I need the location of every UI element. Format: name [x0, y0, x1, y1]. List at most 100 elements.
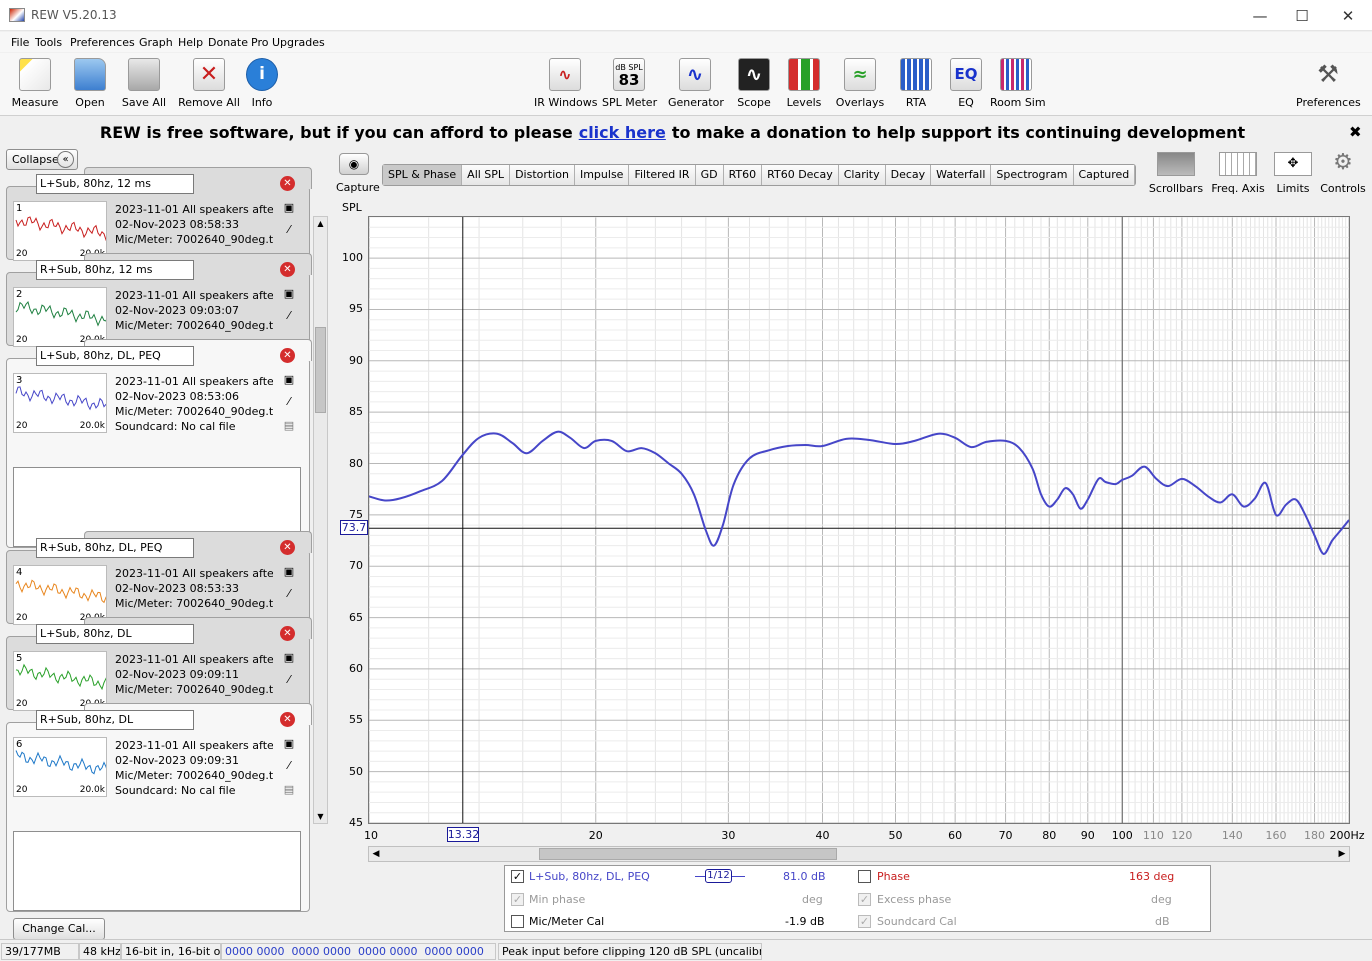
graph-tab[interactable]: RT60 Decay — [762, 165, 839, 185]
banner-close-icon[interactable]: ✖ — [1349, 123, 1362, 141]
menu-file[interactable]: File — [11, 36, 29, 49]
menu-tools[interactable]: Tools — [35, 36, 62, 49]
menu-help[interactable]: Help — [178, 36, 203, 49]
measurement-thumbnail[interactable]: 3 20 20.0k — [13, 373, 107, 433]
open-button[interactable]: Open — [70, 58, 110, 114]
graph-tab[interactable]: GD — [695, 165, 724, 185]
graph-tab[interactable]: Clarity — [838, 165, 886, 185]
save-measurement-icon[interactable]: ▣ — [282, 737, 296, 750]
trace-color-icon[interactable]: ⁄ — [282, 759, 296, 772]
graph-tab[interactable]: RT60 — [723, 165, 763, 185]
delete-measurement-icon[interactable]: ✕ — [280, 540, 295, 555]
menu-graph[interactable]: Graph — [139, 36, 173, 49]
spl-plot-area[interactable] — [368, 216, 1350, 824]
controls-button[interactable]: ⚙ Controls — [1314, 152, 1372, 196]
scroll-right-icon[interactable]: ▶ — [1336, 848, 1348, 860]
scroll-down-icon[interactable]: ▼ — [314, 810, 327, 823]
horizontal-scroll-thumb[interactable] — [539, 848, 837, 860]
overlays-button[interactable]: ≈ Overlays — [834, 58, 886, 114]
horizontal-scrollbar[interactable]: ◀ ▶ — [368, 846, 1350, 862]
trace-color-icon[interactable]: ⁄ — [282, 395, 296, 408]
panel-scrollbar[interactable]: ▲ ▼ — [313, 216, 328, 824]
document-icon[interactable]: ▤ — [282, 783, 296, 796]
graph-tab[interactable]: Distortion — [510, 165, 575, 185]
measurement-name-field[interactable]: R+Sub, 80hz, DL — [36, 710, 194, 730]
smoothing-selector[interactable]: 1/12 — [705, 869, 732, 883]
spl-meter-button[interactable]: dB SPL 83 SPL Meter — [602, 58, 657, 114]
measurement-name-field[interactable]: R+Sub, 80hz, 12 ms — [36, 260, 194, 280]
mic-cal-checkbox[interactable] — [511, 915, 524, 928]
trace-color-icon[interactable]: ⁄ — [282, 587, 296, 600]
measurement-card[interactable]: L+Sub, 80hz, DL✕52020.0k2023-11-01 All s… — [6, 617, 312, 711]
save-measurement-icon[interactable]: ▣ — [282, 651, 296, 664]
measurement-card[interactable]: R+Sub, 80hz, DL ✕ 6 20 20.0k 2023-11-01 All s… — [6, 703, 312, 940]
phase-checkbox[interactable] — [858, 870, 871, 883]
graph-tab[interactable]: All SPL — [462, 165, 511, 185]
soundcard-cal-checkbox[interactable]: ✓ — [858, 915, 871, 928]
measurement-thumbnail[interactable]: 22020.0k — [13, 287, 107, 347]
graph-tab[interactable]: Impulse — [574, 165, 630, 185]
room-sim-button[interactable]: Room Sim — [990, 58, 1046, 114]
save-measurement-icon[interactable]: ▣ — [282, 287, 296, 300]
measurement-name-field[interactable]: L+Sub, 80hz, DL, PEQ — [36, 346, 194, 366]
document-icon[interactable]: ▤ — [282, 419, 296, 432]
scroll-left-icon[interactable]: ◀ — [370, 848, 382, 860]
save-measurement-icon[interactable]: ▣ — [282, 201, 296, 214]
measure-button[interactable]: Measure — [10, 58, 60, 114]
measurement-notes[interactable] — [13, 831, 301, 911]
graph-tab[interactable]: Filtered IR — [629, 165, 696, 185]
generator-button[interactable]: ∿ Generator — [668, 58, 724, 114]
scroll-up-icon[interactable]: ▲ — [314, 217, 327, 230]
save-measurement-icon[interactable]: ▣ — [282, 373, 296, 386]
measurement-thumbnail[interactable]: 42020.0k — [13, 565, 107, 625]
minimize-button[interactable]: — — [1250, 6, 1270, 26]
preferences-button[interactable]: ⚒ Preferences — [1296, 58, 1361, 114]
measurement-thumbnail[interactable]: 6 20 20.0k — [13, 737, 107, 797]
measurement-name-field[interactable]: L+Sub, 80hz, DL — [36, 624, 194, 644]
levels-button[interactable]: Levels — [784, 58, 824, 114]
graph-tab[interactable]: Waterfall — [931, 165, 992, 185]
menu-pro-upgrades[interactable]: Pro Upgrades — [251, 36, 325, 49]
ir-windows-button[interactable]: ∿ IR Windows — [534, 58, 598, 114]
scope-button[interactable]: ∿ Scope — [734, 58, 774, 114]
delete-measurement-icon[interactable]: ✕ — [280, 712, 295, 727]
trace-color-icon[interactable]: ⁄ — [282, 223, 296, 236]
graph-tab[interactable]: Decay — [885, 165, 932, 185]
graph-tab[interactable]: Spectrogram — [991, 165, 1074, 185]
save-measurement-icon[interactable]: ▣ — [282, 565, 296, 578]
maximize-button[interactable]: ☐ — [1292, 6, 1312, 26]
delete-measurement-icon[interactable]: ✕ — [280, 626, 295, 641]
min-phase-checkbox[interactable]: ✓ — [511, 893, 524, 906]
delete-measurement-icon[interactable]: ✕ — [280, 348, 295, 363]
scrollbars-button[interactable]: Scrollbars — [1147, 152, 1205, 195]
trace-color-icon[interactable]: ⁄ — [282, 673, 296, 686]
delete-measurement-icon[interactable]: ✕ — [280, 262, 295, 277]
menu-preferences[interactable]: Preferences — [70, 36, 135, 49]
menu-donate[interactable]: Donate — [208, 36, 248, 49]
measurement-name-field[interactable]: L+Sub, 80hz, 12 ms — [36, 174, 194, 194]
eq-button[interactable]: EQ EQ — [946, 58, 986, 114]
collapse-button[interactable]: Collapse « — [6, 149, 78, 170]
panel-scroll-thumb[interactable] — [315, 327, 326, 413]
capture-button[interactable]: ◉ Capture — [336, 153, 380, 195]
remove-all-button[interactable]: ✕ Remove All — [178, 58, 240, 114]
save-all-button[interactable]: Save All — [120, 58, 168, 114]
graph-tab[interactable]: SPL & Phase — [383, 165, 463, 185]
excess-phase-checkbox[interactable]: ✓ — [858, 893, 871, 906]
measurement-thumbnail[interactable]: 12020.0k — [13, 201, 107, 261]
close-window-button[interactable]: ✕ — [1338, 6, 1358, 26]
measurement-thumbnail[interactable]: 52020.0k — [13, 651, 107, 711]
measurement-name-field[interactable]: R+Sub, 80hz, DL, PEQ — [36, 538, 194, 558]
rta-button[interactable]: RTA — [898, 58, 934, 114]
delete-measurement-icon[interactable]: ✕ — [280, 176, 295, 191]
freq-axis-button[interactable]: Freq. Axis — [1209, 152, 1267, 195]
donate-link[interactable]: click here — [579, 123, 666, 142]
info-button[interactable]: i Info — [246, 58, 278, 114]
measurement-card[interactable]: L+Sub, 80hz, DL, PEQ ✕ 3 20 20.0k 2023-11-01 … — [6, 339, 312, 576]
measurement-card[interactable]: R+Sub, 80hz, DL, PEQ✕42020.0k2023-11-01 … — [6, 531, 312, 625]
graph-tab[interactable]: Captured — [1073, 165, 1136, 185]
trace-visible-checkbox[interactable]: ✓ — [511, 870, 524, 883]
measurement-card[interactable]: L+Sub, 80hz, 12 ms✕12020.0k2023-11-01 Al… — [6, 167, 312, 261]
trace-color-icon[interactable]: ⁄ — [282, 309, 296, 322]
measurement-card[interactable]: R+Sub, 80hz, 12 ms✕22020.0k2023-11-01 Al… — [6, 253, 312, 347]
